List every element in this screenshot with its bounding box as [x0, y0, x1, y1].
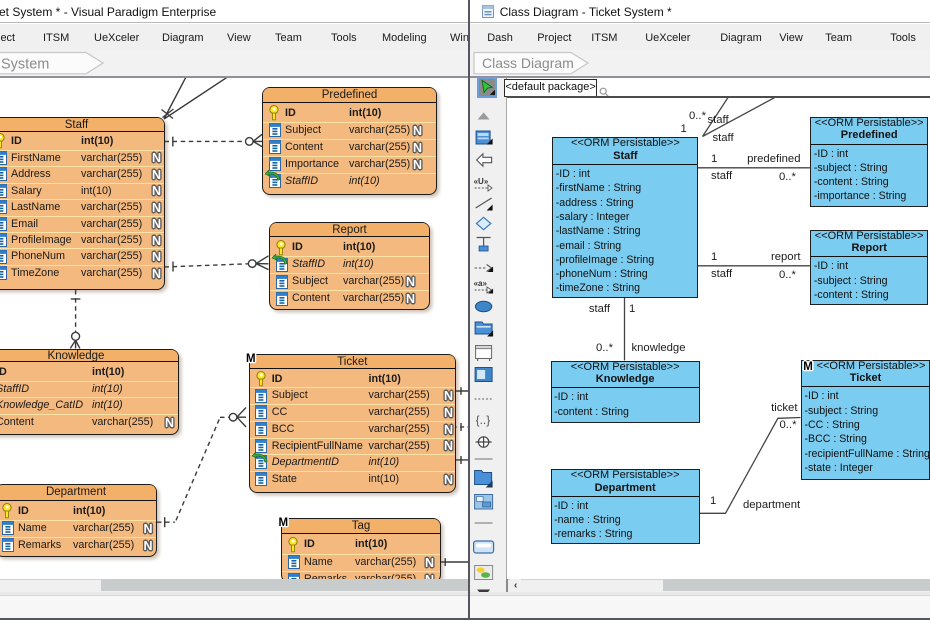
svg-text:Class Diagram: Class Diagram	[482, 55, 574, 71]
svg-text:«U»: «U»	[474, 177, 489, 186]
svg-text:System: System	[1, 57, 49, 73]
svg-text:{..}: {..}	[476, 413, 491, 427]
svg-text:«a»: «a»	[474, 279, 488, 288]
